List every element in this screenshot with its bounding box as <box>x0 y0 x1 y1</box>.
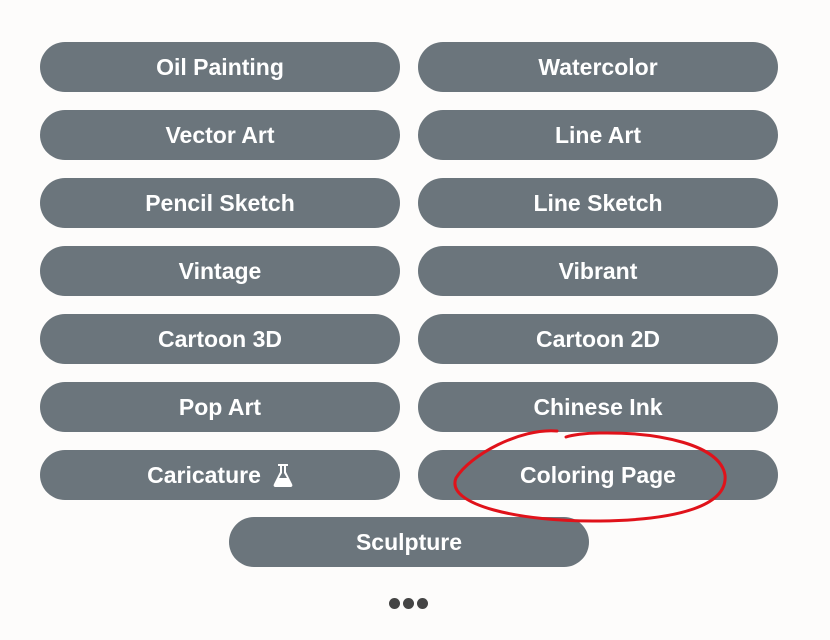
dot <box>417 598 428 609</box>
style-button-label: Chinese Ink <box>533 393 663 420</box>
dot <box>389 598 400 609</box>
style-button-pop-art[interactable]: Pop Art <box>40 382 400 432</box>
style-button-vector-art[interactable]: Vector Art <box>40 110 400 160</box>
style-button-label: Pop Art <box>178 393 262 420</box>
style-button-line-art[interactable]: Line Art <box>418 110 778 160</box>
style-button-label: Vintage <box>178 257 262 284</box>
style-button-cartoon-2d[interactable]: Cartoon 2D <box>418 314 778 364</box>
style-button-oil-painting[interactable]: Oil Painting <box>40 42 400 92</box>
style-button-coloring-page[interactable]: Coloring Page <box>418 450 778 500</box>
flask-icon <box>273 463 293 487</box>
style-button-cartoon-3d[interactable]: Cartoon 3D <box>40 314 400 364</box>
style-button-label: Cartoon 3D <box>158 325 282 352</box>
style-button-label: Sculpture <box>355 528 463 555</box>
style-button-vintage[interactable]: Vintage <box>40 246 400 296</box>
more-options-ellipsis-icon[interactable] <box>389 598 428 609</box>
style-button-chinese-ink[interactable]: Chinese Ink <box>418 382 778 432</box>
style-button-label: Caricature <box>147 461 261 488</box>
style-button-label: Watercolor <box>538 53 658 80</box>
style-button-label: Coloring Page <box>520 461 676 488</box>
style-button-label: Pencil Sketch <box>145 189 295 216</box>
style-button-label: Oil Painting <box>156 53 284 80</box>
style-button-label: Cartoon 2D <box>536 325 660 352</box>
style-button-label: Line Art <box>554 121 642 148</box>
style-button-sculpture[interactable]: Sculpture <box>229 517 589 567</box>
style-button-label: Line Sketch <box>533 189 663 216</box>
dot <box>403 598 414 609</box>
style-button-vibrant[interactable]: Vibrant <box>418 246 778 296</box>
style-button-watercolor[interactable]: Watercolor <box>418 42 778 92</box>
style-button-caricature[interactable]: Caricature <box>40 450 400 500</box>
style-button-pencil-sketch[interactable]: Pencil Sketch <box>40 178 400 228</box>
style-button-label: Vibrant <box>558 257 638 284</box>
style-button-line-sketch[interactable]: Line Sketch <box>418 178 778 228</box>
style-button-label: Vector Art <box>165 121 275 148</box>
